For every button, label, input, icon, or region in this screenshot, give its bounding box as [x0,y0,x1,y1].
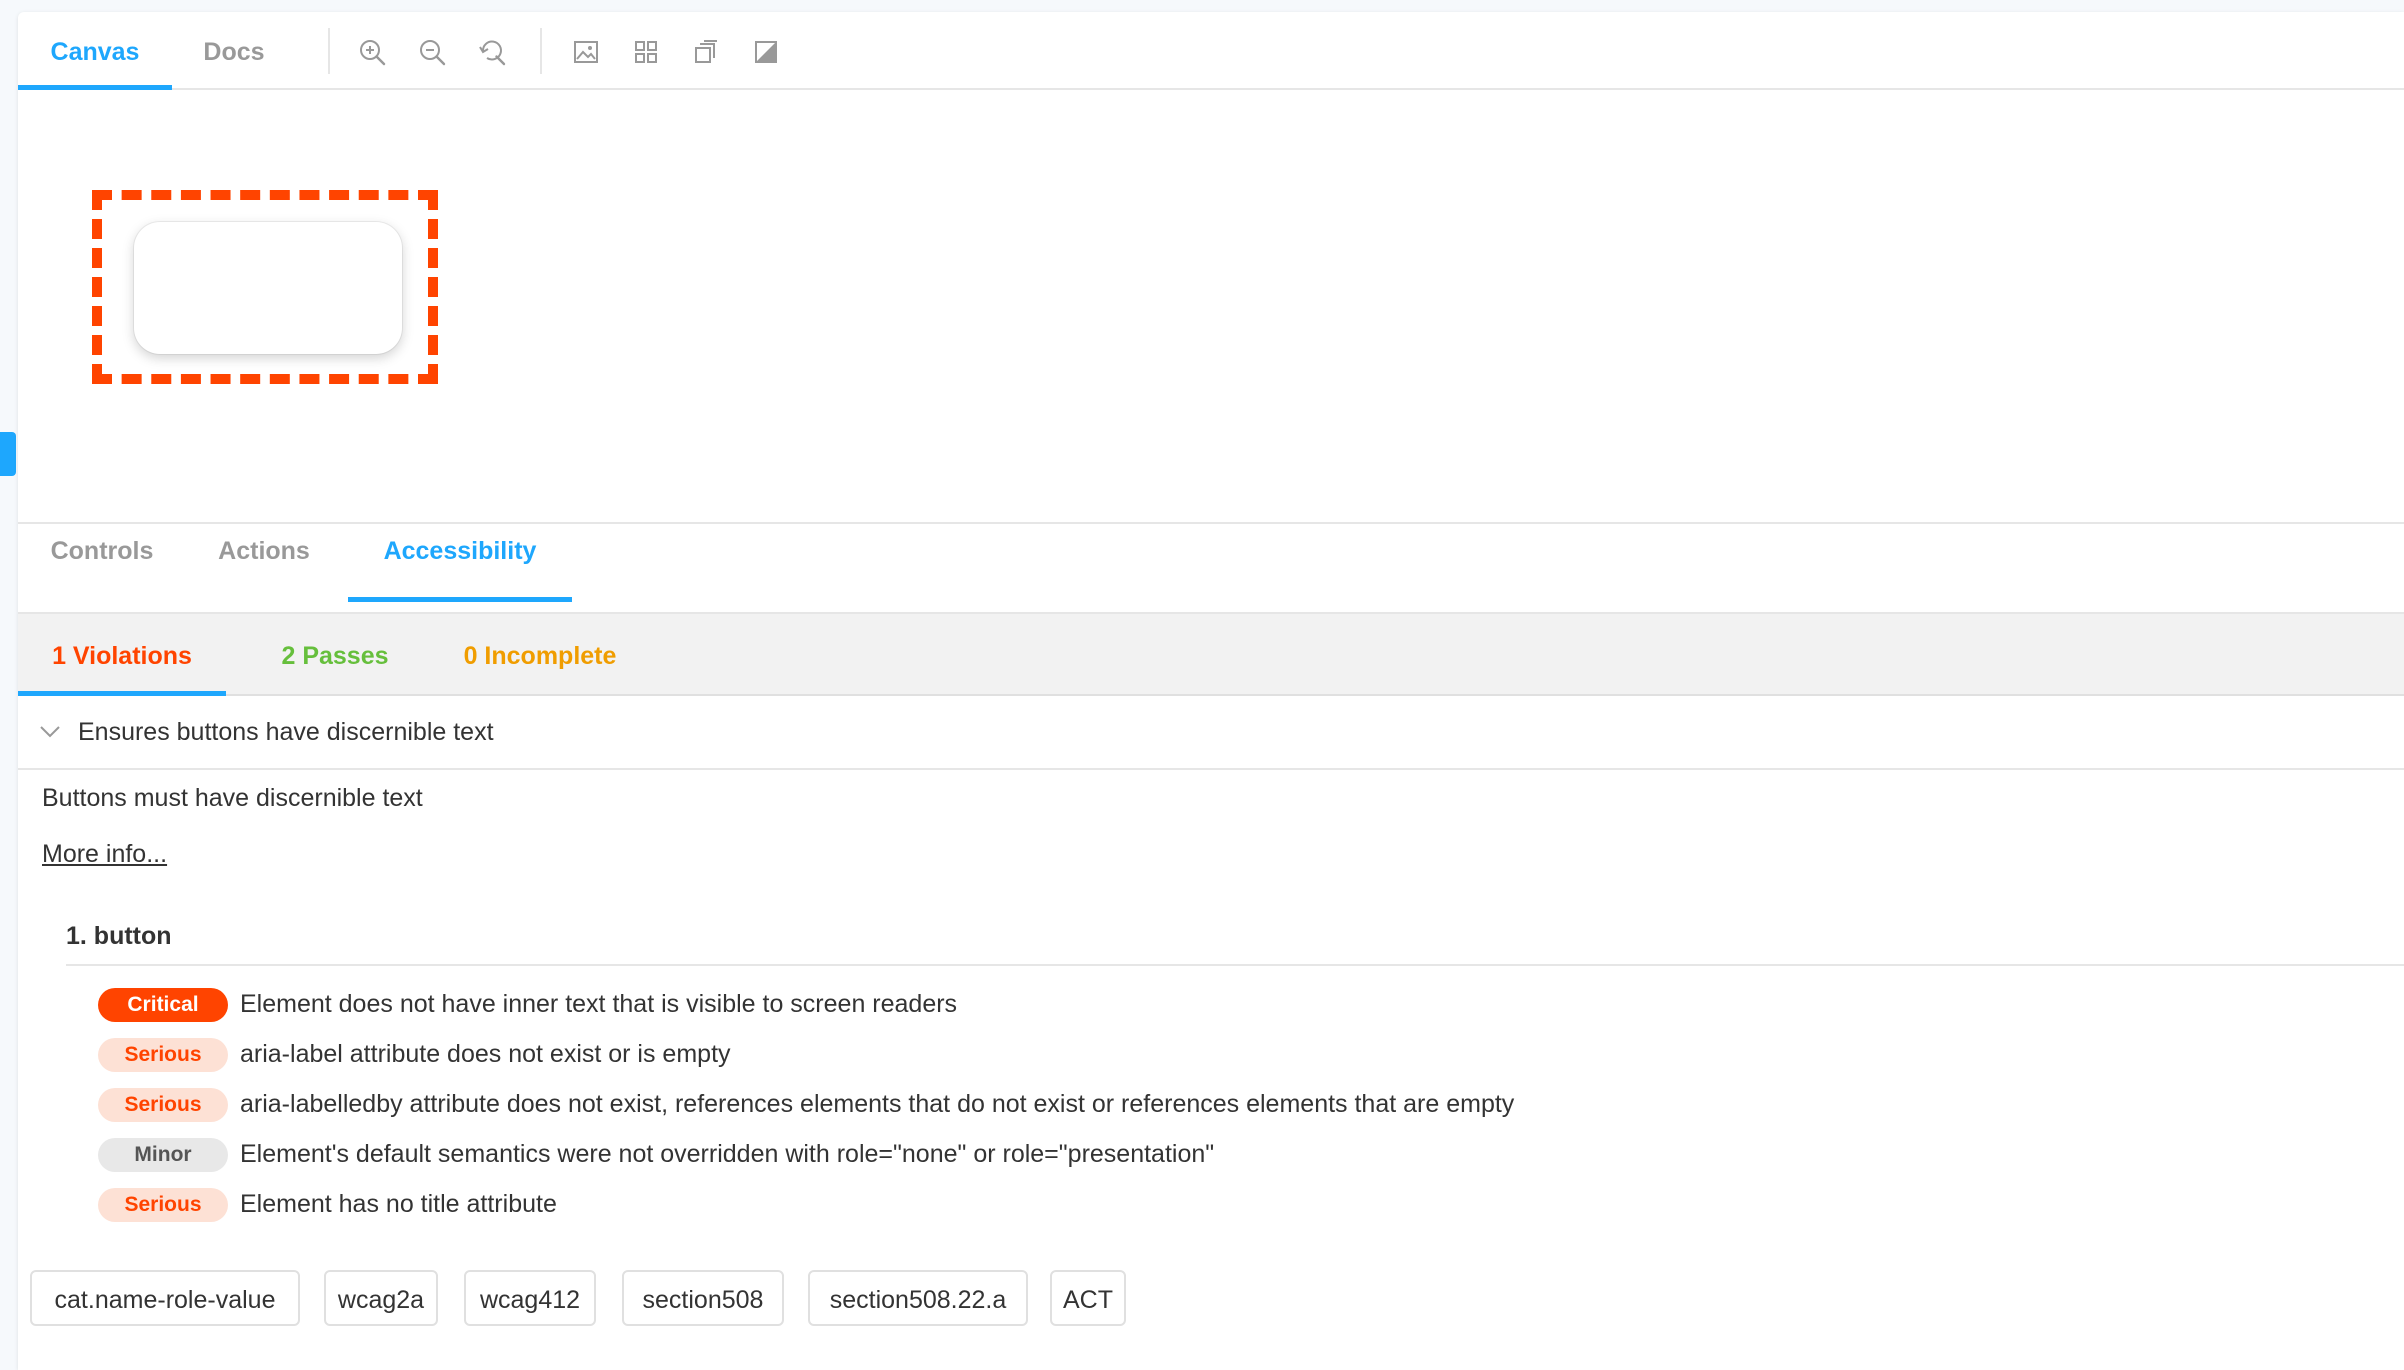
check-text: aria-label attribute does not exist or i… [240,1040,731,1068]
tab-accessibility[interactable]: Accessibility [348,524,572,602]
viewport-icon[interactable] [692,38,720,66]
check-text: aria-labelledby attribute does not exist… [240,1090,1515,1118]
accessibility-subtabs: 1 Violations 2 Passes 0 Incomplete [18,614,2404,696]
toolbar-divider [540,28,542,74]
tab-docs[interactable]: Docs [172,12,296,90]
impact-badge-serious: Serious [98,1188,228,1222]
storybook-preview-panel: Canvas Docs Controls Actions Accessibili… [18,12,2404,1370]
zoom-out-icon[interactable] [418,38,446,66]
check-text: Element has no title attribute [240,1190,557,1218]
tab-controls[interactable]: Controls [18,524,186,612]
grid-icon[interactable] [632,38,660,66]
tag: ACT [1050,1270,1126,1326]
rule-title: Ensures buttons have discernible text [78,718,494,746]
rule-description: Buttons must have discernible text [42,784,423,812]
tag: wcag412 [464,1270,596,1326]
story-canvas [18,90,2404,534]
tab-actions[interactable]: Actions [192,524,336,612]
tab-canvas[interactable]: Canvas [18,12,172,90]
impact-badge-critical: Critical [98,988,228,1022]
rule-header[interactable]: Ensures buttons have discernible text [18,696,2404,770]
check-text: Element does not have inner text that is… [240,990,958,1018]
tag: cat.name-role-value [30,1270,300,1326]
story-button[interactable] [134,222,402,354]
chevron-down-icon[interactable] [38,720,62,744]
node-title[interactable]: 1. button [66,922,172,951]
tag: section508 [622,1270,784,1326]
zoom-in-icon[interactable] [358,38,386,66]
toolbar-divider [328,28,330,74]
tab-incomplete[interactable]: 0 Incomplete [430,614,650,696]
tab-violations[interactable]: 1 Violations [18,614,226,696]
contrast-icon[interactable] [752,38,780,66]
node-divider [66,964,2404,966]
check-text: Element's default semantics were not ove… [240,1140,1215,1168]
tab-passes[interactable]: 2 Passes [240,614,430,696]
more-info-link[interactable]: More info... [42,840,167,869]
impact-badge-serious: Serious [98,1088,228,1122]
impact-badge-minor: Minor [98,1138,228,1172]
tag: section508.22.a [808,1270,1028,1326]
addon-tabs: Controls Actions Accessibility [18,522,2404,614]
active-story-marker [0,432,16,476]
impact-badge-serious: Serious [98,1038,228,1072]
background-icon[interactable] [572,38,600,66]
tag: wcag2a [324,1270,438,1326]
reset-zoom-icon[interactable] [478,38,506,66]
toolbar: Canvas Docs [18,12,2404,90]
